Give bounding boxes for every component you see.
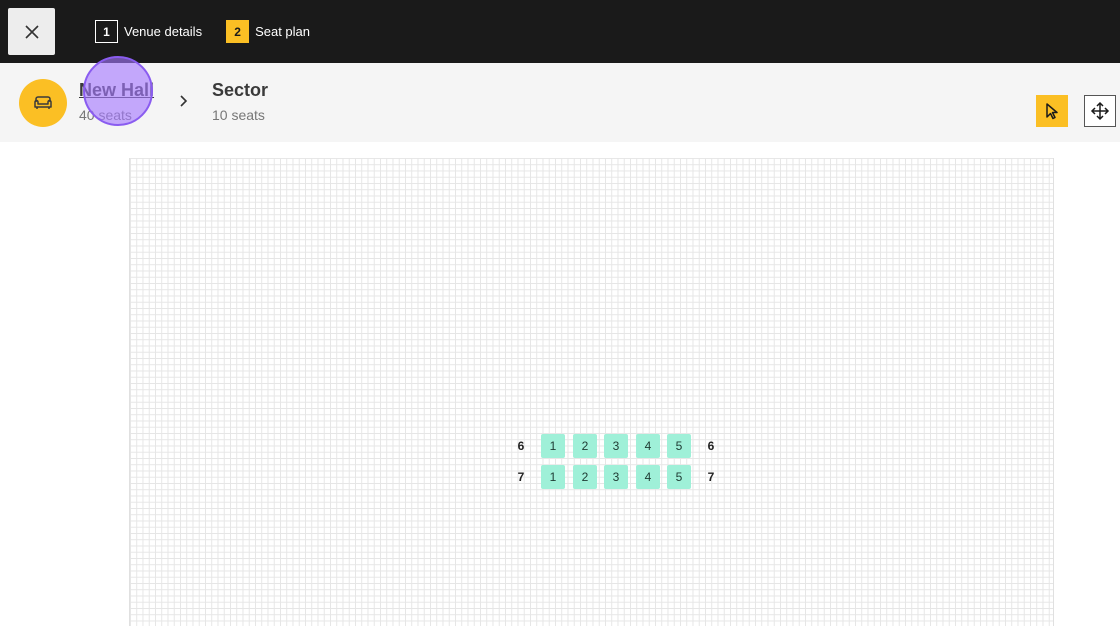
step-label: Seat plan	[255, 24, 311, 39]
seat[interactable]: 5	[667, 465, 691, 489]
seat[interactable]: 2	[573, 434, 597, 458]
step-seat-plan[interactable]: 2 Seat plan	[226, 20, 310, 43]
sector-seat-count: 10 seats	[212, 107, 265, 123]
step-label: Venue details	[124, 24, 203, 39]
seat[interactable]: 4	[636, 465, 660, 489]
close-button[interactable]	[8, 8, 55, 55]
seat[interactable]: 1	[541, 465, 565, 489]
row-label-right: 7	[707, 470, 715, 484]
seat[interactable]: 3	[604, 465, 628, 489]
move-tool-button[interactable]	[1084, 95, 1116, 127]
close-icon	[24, 24, 39, 39]
breadcrumb-sector: Sector 10 seats	[212, 80, 268, 123]
row-label-right: 6	[707, 439, 715, 453]
wizard-steps: 1 Venue details 2 Seat plan	[95, 20, 334, 43]
seat-plan-canvas[interactable]	[129, 158, 1054, 626]
breadcrumb-venue[interactable]: New Hall 40 seats	[79, 80, 154, 123]
chevron-right-icon	[180, 95, 188, 107]
row-label-left: 7	[517, 470, 525, 484]
breadcrumb: New Hall 40 seats Sector 10 seats	[0, 63, 1120, 142]
venue-seat-count: 40 seats	[79, 107, 132, 123]
select-tool-button[interactable]	[1036, 95, 1068, 127]
seat[interactable]: 5	[667, 434, 691, 458]
move-arrows-icon	[1090, 101, 1110, 121]
step-venue-details[interactable]: 1 Venue details	[95, 20, 202, 43]
pointer-icon	[1046, 103, 1058, 120]
step-number: 1	[95, 20, 118, 43]
step-number: 2	[226, 20, 250, 43]
seat[interactable]: 2	[573, 465, 597, 489]
seat[interactable]: 4	[636, 434, 660, 458]
row-label-left: 6	[517, 439, 525, 453]
venue-link[interactable]: New Hall	[79, 80, 154, 101]
seat[interactable]: 1	[541, 434, 565, 458]
top-bar: 1 Venue details 2 Seat plan	[0, 0, 1120, 63]
venue-avatar	[19, 79, 67, 127]
sofa-icon	[34, 96, 52, 109]
seat[interactable]: 3	[604, 434, 628, 458]
sector-title: Sector	[212, 80, 269, 100]
